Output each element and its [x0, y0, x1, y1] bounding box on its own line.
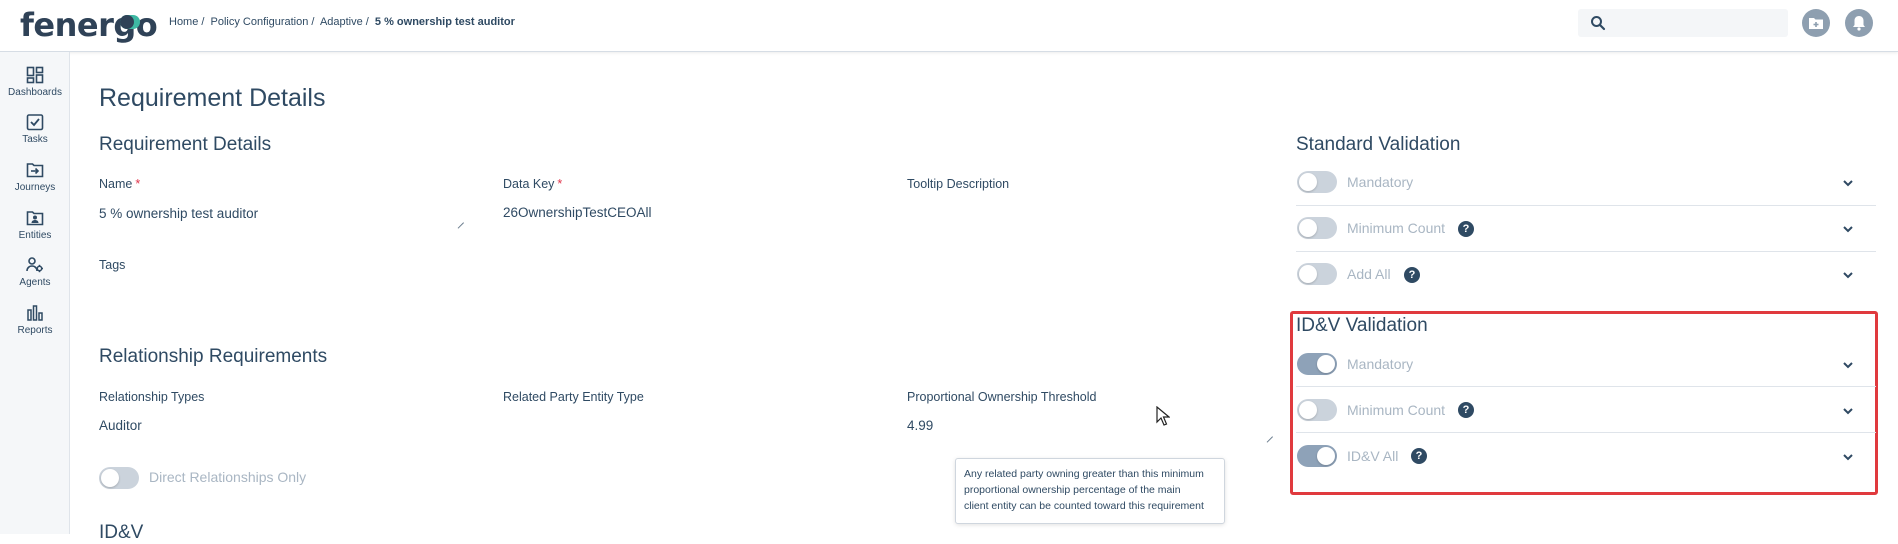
chevron-down-icon[interactable] [1842, 223, 1854, 235]
standard-validation-heading: Standard Validation [1296, 134, 1461, 155]
idv-validation-heading: ID&V Validation [1296, 315, 1428, 336]
chevron-down-icon[interactable] [1842, 405, 1854, 417]
toggle-knob [1317, 447, 1335, 465]
name-field[interactable]: 5 % ownership test auditor [99, 206, 258, 221]
ownership-threshold-label: Proportional Ownership Threshold [907, 390, 1097, 404]
top-bar: fenergo Home / Policy Configuration / Ad… [0, 0, 1898, 52]
row-divider [1296, 205, 1876, 206]
row-divider [1296, 432, 1876, 433]
folder-plus-icon [1809, 18, 1823, 29]
related-party-entity-type-label: Related Party Entity Type [503, 390, 644, 404]
name-label: Name * [99, 177, 140, 191]
resize-handle-icon[interactable] [456, 215, 464, 223]
ownership-threshold-field[interactable]: 4.99 [907, 418, 933, 433]
chevron-down-icon[interactable] [1842, 177, 1854, 189]
idv-minimum-count-label: Minimum Count [1347, 402, 1446, 418]
idv-all-toggle[interactable] [1297, 445, 1337, 467]
standard-mandatory-toggle[interactable] [1297, 171, 1337, 193]
tags-label: Tags [99, 258, 126, 272]
required-marker: * [557, 177, 563, 191]
breadcrumb-home[interactable]: Home / [169, 16, 204, 28]
sidebar-item-label: Reports [17, 325, 53, 336]
agents-icon [26, 257, 43, 273]
data-key-field[interactable]: 26OwnershipTestCEOAll [503, 205, 652, 220]
sidebar-item-label: Journeys [14, 182, 56, 193]
chevron-down-icon[interactable] [1842, 451, 1854, 463]
notifications-button[interactable] [1845, 9, 1873, 37]
relationship-types-value[interactable]: Auditor [99, 418, 142, 433]
sidebar-item-reports[interactable]: Reports [0, 304, 70, 350]
chevron-down-icon[interactable] [1842, 269, 1854, 281]
search-icon [1591, 16, 1606, 31]
sidebar-item-entities[interactable]: Entities [0, 209, 70, 255]
row-divider [1296, 386, 1876, 387]
idv-mandatory-label: Mandatory [1347, 356, 1414, 372]
entities-icon [26, 211, 44, 226]
ownership-threshold-tooltip: Any related party owning greater than th… [955, 458, 1225, 524]
breadcrumb-current: 5 % ownership test auditor [374, 16, 515, 28]
standard-minimum-count-label: Minimum Count [1347, 220, 1446, 236]
sidebar-item-dashboards[interactable]: Dashboards [0, 66, 70, 112]
relationship-types-label: Relationship Types [99, 390, 205, 404]
row-divider [1296, 251, 1876, 252]
reports-icon [27, 305, 43, 321]
add-new-button[interactable] [1802, 9, 1830, 37]
resize-handle-icon[interactable] [1265, 429, 1273, 437]
data-key-label: Data Key * [503, 177, 562, 191]
help-icon[interactable]: ? [1411, 448, 1427, 464]
sidebar-item-agents[interactable]: Agents [0, 256, 70, 302]
standard-mandatory-label: Mandatory [1347, 174, 1414, 190]
relationship-requirements-heading: Relationship Requirements [99, 346, 328, 367]
idv-mandatory-toggle[interactable] [1297, 353, 1337, 375]
help-icon[interactable]: ? [1458, 221, 1474, 237]
tooltip-line: Any related party owning greater than th… [964, 468, 1204, 480]
sidebar-item-label: Dashboards [8, 87, 62, 98]
sidebar-item-label: Agents [19, 277, 51, 288]
toggle-knob [1299, 173, 1317, 191]
search-input[interactable] [1578, 9, 1788, 37]
dashboard-icon [26, 66, 44, 84]
sidebar-item-tasks[interactable]: Tasks [0, 113, 70, 159]
toggle-knob [1299, 219, 1317, 237]
toggle-knob [1317, 355, 1335, 373]
logo-toggle-mark [120, 15, 140, 29]
required-marker: * [135, 177, 141, 191]
bell-icon [1853, 16, 1865, 31]
toggle-knob [101, 469, 119, 487]
direct-relationships-toggle[interactable] [99, 467, 139, 489]
sidebar-item-label: Entities [18, 230, 52, 241]
page-title: Requirement Details [99, 84, 326, 112]
idv-section-heading: ID&V [99, 522, 144, 543]
standard-add-all-label: Add All [1347, 266, 1391, 282]
direct-relationships-label: Direct Relationships Only [149, 469, 307, 485]
name-label-text: Name [99, 177, 133, 191]
tooltip-description-label: Tooltip Description [907, 177, 1010, 191]
toggle-knob [1299, 265, 1317, 283]
chevron-down-icon[interactable] [1842, 359, 1854, 371]
breadcrumb-policy-configuration[interactable]: Policy Configuration / [211, 16, 315, 28]
standard-add-all-toggle[interactable] [1297, 263, 1337, 285]
help-icon[interactable]: ? [1404, 267, 1420, 283]
idv-all-label: ID&V All [1347, 448, 1399, 464]
data-key-label-text: Data Key [503, 177, 555, 191]
tooltip-line: proportional ownership percentage of the… [964, 484, 1181, 496]
standard-minimum-count-toggle[interactable] [1297, 217, 1337, 239]
journeys-icon [26, 163, 44, 178]
mouse-cursor-icon [1156, 406, 1170, 426]
sidebar-item-journeys[interactable]: Journeys [0, 161, 70, 207]
tasks-icon [26, 114, 44, 131]
toggle-knob [1299, 401, 1317, 419]
sidebar-item-label: Tasks [22, 134, 48, 145]
requirement-details-heading: Requirement Details [99, 134, 272, 155]
help-icon[interactable]: ? [1458, 402, 1474, 418]
sidebar: Dashboards Tasks Journeys Entities Agent… [0, 52, 70, 534]
breadcrumb: Home / Policy Configuration / Adaptive /… [169, 16, 518, 28]
tooltip-line: client entity can be counted toward this… [964, 500, 1204, 512]
idv-minimum-count-toggle[interactable] [1297, 399, 1337, 421]
breadcrumb-adaptive[interactable]: Adaptive / [320, 16, 369, 28]
